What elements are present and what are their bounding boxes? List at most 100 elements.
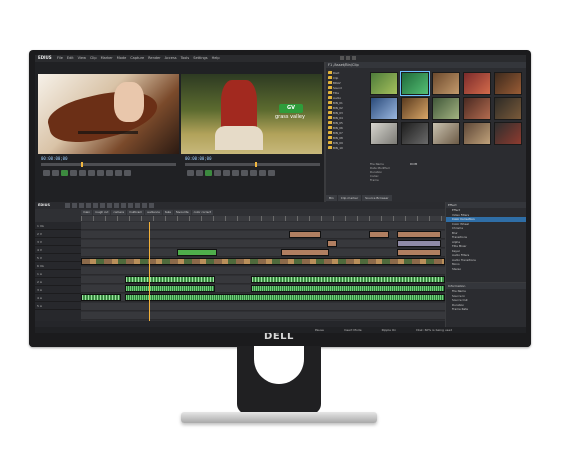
tab-sequence[interactable]: multicam <box>126 210 145 215</box>
video-clip[interactable] <box>81 258 445 265</box>
audio-clip[interactable] <box>125 294 445 301</box>
title-clip[interactable] <box>397 231 441 238</box>
tab-sequence[interactable]: camera <box>111 210 126 215</box>
clip-thumbnail[interactable] <box>463 97 491 120</box>
track-header[interactable]: 3 A <box>35 286 81 294</box>
track-header[interactable]: 3 V <box>35 238 81 246</box>
clip-thumbnail[interactable] <box>401 97 429 120</box>
tab-clip-marker[interactable]: Clip marker <box>337 195 362 201</box>
loop-icon[interactable] <box>88 170 95 176</box>
mark-out-icon[interactable] <box>250 170 257 176</box>
step-forward-icon[interactable] <box>70 170 77 176</box>
rewind-icon[interactable] <box>187 170 194 176</box>
menu-tools[interactable]: Tools <box>181 55 190 62</box>
audio-clip[interactable] <box>251 285 445 292</box>
time-ruler[interactable] <box>81 216 445 221</box>
minimize-icon[interactable] <box>340 56 344 60</box>
effect-item[interactable]: Stereo <box>446 267 526 272</box>
menu-help[interactable]: Help <box>212 55 220 62</box>
delete-icon[interactable] <box>121 203 126 208</box>
export-icon[interactable] <box>259 170 266 176</box>
title-clip[interactable] <box>327 240 337 247</box>
program-playhead[interactable] <box>255 162 257 167</box>
step-back-icon[interactable] <box>52 170 59 176</box>
menu-edit[interactable]: Edit <box>67 55 74 62</box>
clip-thumbnail[interactable] <box>432 97 460 120</box>
tab-sequence[interactable]: main <box>81 210 92 215</box>
title-clip[interactable] <box>281 249 329 256</box>
fast-forward-icon[interactable] <box>223 170 230 176</box>
ripple-icon[interactable] <box>128 203 133 208</box>
paste-icon[interactable] <box>114 203 119 208</box>
insert-icon[interactable] <box>115 170 122 176</box>
clip-thumbnail[interactable] <box>370 72 398 95</box>
program-viewer[interactable]: GV grass valley <box>181 74 322 154</box>
menu-settings[interactable]: Settings <box>193 55 207 62</box>
audio-clip[interactable] <box>81 294 121 301</box>
menu-render[interactable]: Render <box>148 55 160 62</box>
tree-item[interactable]: BIN_10 <box>328 145 368 150</box>
menu-capture[interactable]: Capture <box>130 55 144 62</box>
play-icon[interactable] <box>61 170 68 176</box>
clip-thumbnail[interactable] <box>401 122 429 145</box>
clip-thumbnail[interactable] <box>463 72 491 95</box>
green-clip[interactable] <box>177 249 217 256</box>
tab-source-browser[interactable]: Source Browser <box>362 195 392 201</box>
redo-icon[interactable] <box>93 203 98 208</box>
mark-in-icon[interactable] <box>97 170 104 176</box>
loop-icon[interactable] <box>232 170 239 176</box>
effect-clip[interactable] <box>397 240 441 247</box>
clip-thumbnail[interactable] <box>463 122 491 145</box>
cut-icon[interactable] <box>100 203 105 208</box>
menu-marker[interactable]: Marker <box>101 55 113 62</box>
audio-clip[interactable] <box>251 276 445 283</box>
track-header[interactable]: 4 V <box>35 246 81 254</box>
snap-icon[interactable] <box>135 203 140 208</box>
menu-access[interactable]: Access <box>165 55 177 62</box>
track-header[interactable]: 2 V <box>35 230 81 238</box>
clip-thumbnail[interactable] <box>494 97 522 120</box>
source-scrubber[interactable] <box>41 162 176 167</box>
play-icon[interactable] <box>205 170 212 176</box>
track-header[interactable]: 6 VA <box>35 262 81 270</box>
audio-clip[interactable] <box>125 285 215 292</box>
track-header[interactable]: 5 A <box>35 302 81 310</box>
rewind-icon[interactable] <box>43 170 50 176</box>
tab-sequence[interactable]: color correct <box>191 210 214 215</box>
record-icon[interactable] <box>268 170 275 176</box>
source-playhead[interactable] <box>81 162 83 167</box>
mark-out-icon[interactable] <box>106 170 113 176</box>
timeline-playhead[interactable] <box>149 222 150 322</box>
menu-file[interactable]: File <box>57 55 63 62</box>
new-sequence-icon[interactable] <box>65 203 70 208</box>
tab-bin[interactable]: Bin <box>326 195 337 201</box>
step-back-icon[interactable] <box>196 170 203 176</box>
menu-view[interactable]: View <box>78 55 86 62</box>
step-forward-icon[interactable] <box>214 170 221 176</box>
clip-thumbnail[interactable] <box>494 72 522 95</box>
track-header[interactable]: 1 A <box>35 270 81 278</box>
program-scrubber[interactable] <box>185 162 320 167</box>
undo-icon[interactable] <box>86 203 91 208</box>
title-clip[interactable] <box>397 249 441 256</box>
mark-in-icon[interactable] <box>241 170 248 176</box>
clip-thumbnail[interactable] <box>494 122 522 145</box>
tab-sequence[interactable]: take <box>162 210 173 215</box>
source-viewer[interactable] <box>38 74 179 154</box>
maximize-icon[interactable] <box>346 56 350 60</box>
menu-clip[interactable]: Clip <box>90 55 97 62</box>
track-header[interactable]: 4 A <box>35 294 81 302</box>
clip-thumbnail[interactable] <box>370 122 398 145</box>
save-icon[interactable] <box>79 203 84 208</box>
overwrite-icon[interactable] <box>124 170 131 176</box>
close-icon[interactable] <box>352 56 356 60</box>
menu-mode[interactable]: Mode <box>117 55 127 62</box>
fast-forward-icon[interactable] <box>79 170 86 176</box>
open-icon[interactable] <box>72 203 77 208</box>
tab-sequence[interactable]: favourite <box>173 210 191 215</box>
tab-sequence[interactable]: audience <box>145 210 162 215</box>
clip-thumbnail[interactable] <box>400 71 430 96</box>
track-header[interactable]: 1 VA <box>35 222 81 230</box>
copy-icon[interactable] <box>107 203 112 208</box>
track-header[interactable]: 5 V <box>35 254 81 262</box>
